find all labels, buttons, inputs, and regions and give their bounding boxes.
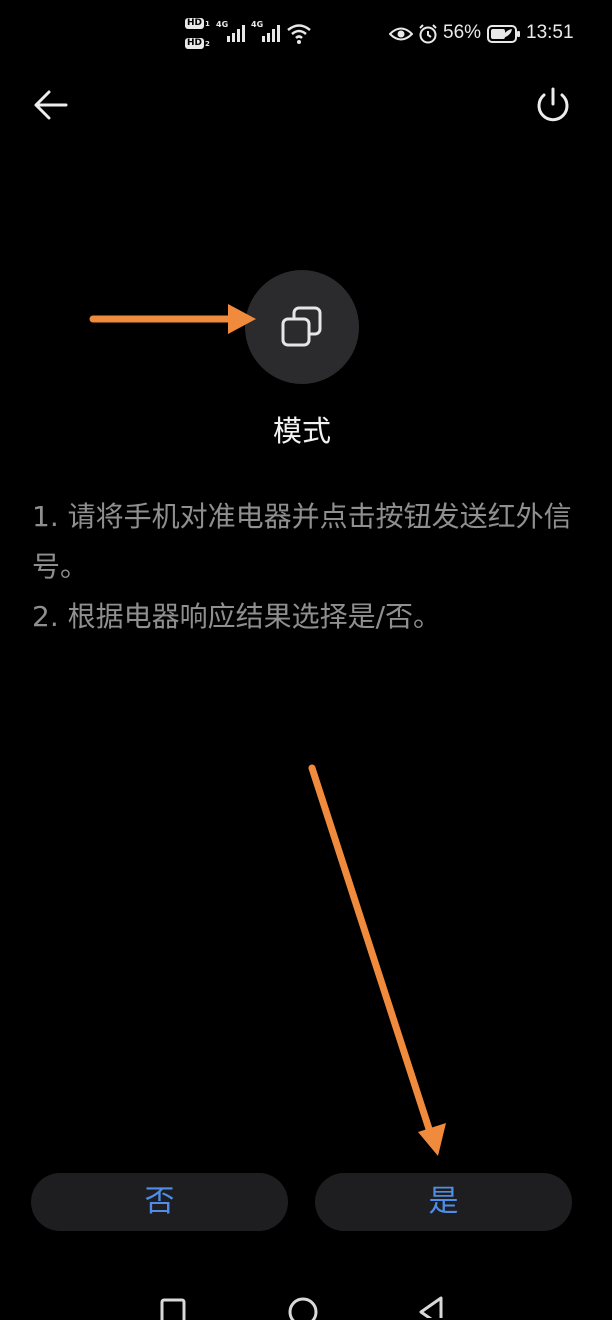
instructions: 1. 请将手机对准电器并点击按钮发送红外信号。 2. 根据电器响应结果选择是/否… xyxy=(32,492,582,642)
status-bar: HD 1 HD 2 4G 4G 56% 13:51 xyxy=(0,0,612,70)
power-button[interactable] xyxy=(532,84,574,126)
hd-badge-1: HD xyxy=(185,18,205,29)
top-bar xyxy=(0,70,612,140)
no-button[interactable]: 否 xyxy=(31,1173,288,1231)
wifi-icon xyxy=(287,24,311,44)
annotation-arrow-to-mode xyxy=(89,304,256,334)
instruction-step-2: 2. 根据电器响应结果选择是/否。 xyxy=(32,600,442,633)
mode-icon xyxy=(281,306,322,347)
clock: 13:51 xyxy=(526,22,574,43)
eye-icon xyxy=(389,27,413,41)
recent-apps-button[interactable] xyxy=(160,1298,186,1320)
signal-icon-1 xyxy=(227,25,245,42)
sim-1-label: 1 xyxy=(205,20,210,28)
navigation-bar xyxy=(0,1280,612,1320)
home-button[interactable] xyxy=(287,1296,319,1320)
back-arrow-icon xyxy=(34,90,68,120)
power-icon xyxy=(537,87,569,122)
battery-percentage: 56% xyxy=(443,22,482,43)
battery-icon xyxy=(487,25,520,43)
yes-button[interactable]: 是 xyxy=(315,1173,572,1231)
alarm-icon xyxy=(419,24,437,44)
mode-button[interactable] xyxy=(245,270,359,384)
annotation-overlay xyxy=(89,304,446,1156)
annotation-arrow-to-yes xyxy=(308,764,446,1156)
instruction-step-1: 1. 请将手机对准电器并点击按钮发送红外信号。 xyxy=(32,500,572,583)
sim-2-label: 2 xyxy=(205,40,210,48)
back-button[interactable] xyxy=(30,84,72,126)
mode-label: 模式 xyxy=(272,414,331,448)
signal-icon-2 xyxy=(262,25,280,42)
back-nav-button[interactable] xyxy=(415,1294,445,1318)
hd-badge-2: HD xyxy=(185,38,205,49)
